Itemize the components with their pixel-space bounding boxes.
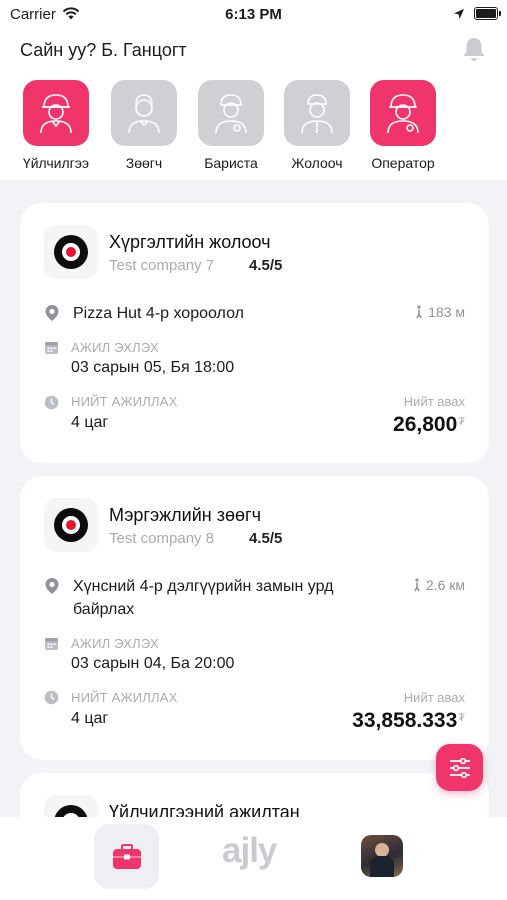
job-location: Хүнсний 4-р дэлгүүрийн замын урд байрлах [73,578,334,618]
header: Сайн уу? Б. Ганцогт Үйлчилгээ Зөөгч Бари… [0,30,507,180]
category-tile [370,80,436,146]
filter-button[interactable] [436,744,483,791]
category-label: Зөөгч [125,155,163,171]
company-logo [44,225,98,279]
distance-value: 2.6 км [425,577,465,593]
total-label: Нийт авах [403,690,465,705]
waiter-icon [128,94,160,134]
category-label: Бариста [204,155,258,171]
bell-icon[interactable] [461,36,487,69]
location-arrow-icon [453,7,465,25]
app-logo: ajly [222,831,277,870]
category-tile [111,80,177,146]
category-label: Үйлчилгээ [22,155,90,171]
category-barista[interactable]: Бариста [188,80,274,171]
location-pin-icon [44,304,60,327]
currency-symbol: ₮ [458,416,465,428]
walking-icon [414,578,420,592]
job-title: Хүргэлтийн жолооч [109,232,271,252]
currency-symbol: ₮ [458,712,465,724]
distance: 183 м [414,304,465,320]
duration-value: 4 цаг [71,414,109,431]
category-operator[interactable]: Оператор [360,80,446,171]
profile-avatar[interactable] [361,835,403,877]
clock-icon [44,690,59,710]
walking-icon [416,305,422,319]
barista-icon [215,94,247,134]
clock: 6:13 PM [225,6,282,23]
start-label: АЖИЛ ЭХЛЭХ [71,636,159,651]
briefcase-icon [112,843,141,869]
rating-value: 4.5/5 [249,530,283,547]
greeting-text: Сайн уу? Б. Ганцогт [20,40,187,60]
calendar-icon [44,636,59,656]
duration-label: НИЙТ АЖИЛЛАХ [71,394,178,409]
distance-value: 183 м [428,304,465,320]
category-label: Жолооч [291,155,343,171]
location-pin-icon [44,577,60,600]
duration-value: 4 цаг [71,710,109,727]
job-card[interactable]: Хүргэлтийн жолооч Test company 7 4.5/5 P… [20,203,489,463]
job-location: Pizza Hut 4-р хороолол [73,305,244,322]
total-value: 33,858.333 [352,709,458,732]
operator-icon [387,94,419,134]
company-logo [44,498,98,552]
duration-label: НИЙТ АЖИЛЛАХ [71,690,178,705]
job-title: Мэргэжлийн зөөгч [109,505,261,525]
company-name: Test company 8 [109,530,215,547]
category-tile [284,80,350,146]
category-label: Оператор [371,155,435,171]
bottom-nav: ajly [0,817,507,900]
total-pay: 33,858.333₮ [352,709,465,733]
category-list: Үйлчилгээ Зөөгч Бариста Жолооч Оператор [0,80,507,180]
total-value: 26,800 [393,413,458,436]
calendar-icon [44,340,59,360]
start-value: 03 сарын 04, Ба 20:00 [71,655,235,672]
distance: 2.6 км [412,577,465,593]
sliders-icon [449,757,470,778]
driver-icon [301,94,333,134]
start-value: 03 сарын 05, Бя 18:00 [71,359,235,376]
status-bar: Carrier 6:13 PM [0,0,507,30]
category-tile [198,80,264,146]
battery-icon [474,7,501,20]
company-name: Test company 7 [109,257,215,274]
clock-icon [44,395,59,415]
rating-value: 4.5/5 [249,257,283,274]
nav-jobs-tab[interactable] [94,824,159,889]
category-service[interactable]: Үйлчилгээ [13,80,99,171]
total-pay: 26,800₮ [393,413,465,437]
category-tile [23,80,89,146]
category-waiter[interactable]: Зөөгч [101,80,187,171]
total-label: Нийт авах [403,394,465,409]
service-worker-icon [40,94,72,134]
start-label: АЖИЛ ЭХЛЭХ [71,340,159,355]
job-card[interactable]: Мэргэжлийн зөөгч Test company 8 4.5/5 Хү… [20,476,489,760]
category-driver[interactable]: Жолооч [274,80,360,171]
